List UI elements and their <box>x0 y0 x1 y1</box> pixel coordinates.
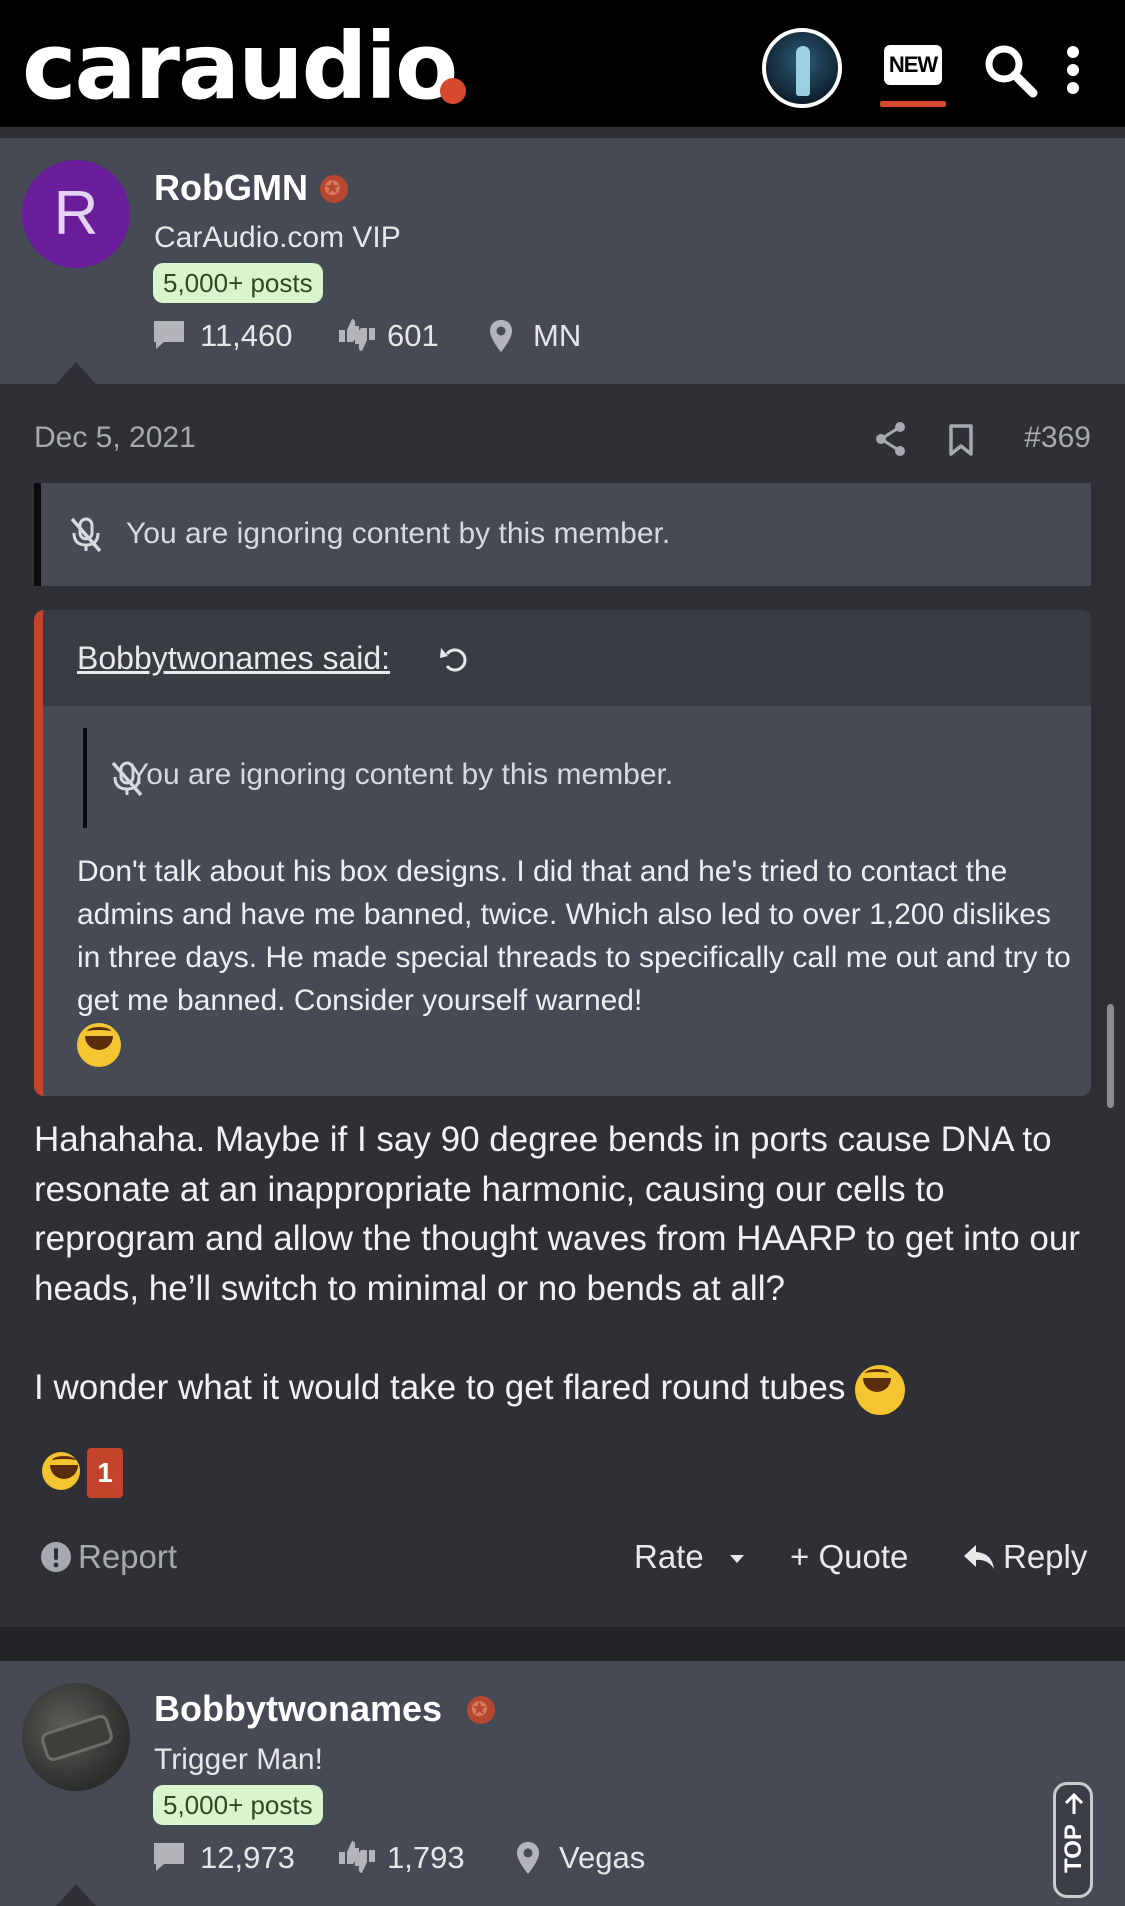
sweat-smile-emoji-icon <box>855 1364 906 1415</box>
location-icon <box>517 1842 539 1874</box>
search-icon[interactable] <box>980 40 1040 100</box>
new-posts-icon: NEW <box>884 45 942 85</box>
reaction-score: 1,793 <box>387 1840 465 1875</box>
share-icon[interactable] <box>874 421 908 457</box>
messages-count: 11,460 <box>200 318 293 353</box>
rofl-reaction-icon[interactable] <box>42 1452 80 1490</box>
quote-header: Bobbytwonames said: <box>43 610 1091 706</box>
post-divider <box>0 1627 1125 1661</box>
report-button[interactable]: Report <box>78 1538 177 1576</box>
messages-count: 12,973 <box>200 1840 295 1875</box>
posts-badge: 5,000+ posts <box>153 263 323 303</box>
post-body-paragraph: I wonder what it would take to get flare… <box>34 1368 846 1407</box>
site-logo[interactable]: caraudio <box>22 21 458 113</box>
quote-ignored-bar <box>83 728 87 828</box>
top-label: TOP <box>1060 1824 1087 1873</box>
messages-icon <box>154 321 184 349</box>
avatar[interactable] <box>22 1683 130 1791</box>
author-pointer <box>56 362 96 384</box>
active-indicator <box>880 101 946 107</box>
ignored-content-text: You are ignoring content by this member. <box>126 517 671 550</box>
quote-body-text: Don't talk about his box designs. I did … <box>77 855 1071 1017</box>
more-vertical-icon[interactable] <box>1058 40 1088 100</box>
posts-badge: 5,000+ posts <box>153 1785 323 1825</box>
reaction-score-icon <box>339 1841 375 1873</box>
location: Vegas <box>559 1840 646 1875</box>
avatar[interactable]: R <box>22 160 130 268</box>
go-to-quoted-post-icon[interactable] <box>439 644 469 674</box>
user-title: Trigger Man! <box>154 1743 323 1776</box>
back-to-top-button[interactable]: TOP <box>1053 1782 1093 1898</box>
quote-body: Don't talk about his box designs. I did … <box>77 850 1077 1068</box>
new-posts-button[interactable]: NEW <box>880 45 946 107</box>
quote-ignored-text: You are ignoring content by this member. <box>129 758 674 791</box>
staff-badge-icon <box>320 175 348 203</box>
report-icon[interactable] <box>40 1541 72 1573</box>
quote-button[interactable]: + Quote <box>790 1538 908 1576</box>
scrollbar[interactable] <box>1107 1004 1114 1108</box>
quote-author-link[interactable]: Bobbytwonames said: <box>77 640 390 677</box>
quote-block: Bobbytwonames said: You are ignoring con… <box>34 610 1091 1096</box>
staff-badge-icon <box>467 1696 495 1724</box>
location: MN <box>533 318 582 353</box>
author-name[interactable]: RobGMN <box>154 167 308 209</box>
logo-dot <box>440 78 466 104</box>
post-number[interactable]: #369 <box>1024 421 1091 455</box>
post-date[interactable]: Dec 5, 2021 <box>34 421 196 455</box>
chevron-down-icon[interactable] <box>728 1553 746 1565</box>
reply-icon[interactable] <box>962 1543 996 1571</box>
user-title: CarAudio.com VIP <box>154 221 401 254</box>
top-navbar: caraudio NEW <box>0 0 1125 127</box>
post-body-paragraph: Hahahaha. Maybe if I say 90 degree bends… <box>34 1120 1081 1308</box>
arrow-up-icon <box>1064 1793 1084 1814</box>
messages-icon <box>154 1843 184 1871</box>
author-name[interactable]: Bobbytwonames <box>154 1688 442 1730</box>
location-icon <box>490 320 512 352</box>
muted-icon <box>70 517 102 553</box>
reaction-count[interactable]: 1 <box>87 1448 123 1498</box>
rofl-emoji-icon <box>77 1023 121 1068</box>
reply-button[interactable]: Reply <box>1003 1538 1087 1576</box>
author-pointer <box>56 1884 96 1906</box>
reaction-score: 601 <box>387 318 439 353</box>
user-avatar[interactable] <box>762 28 842 108</box>
post-body: Hahahaha. Maybe if I say 90 degree bends… <box>34 1115 1094 1415</box>
bookmark-icon[interactable] <box>948 423 974 457</box>
reaction-score-icon <box>339 319 375 351</box>
rate-button[interactable]: Rate <box>634 1538 704 1576</box>
